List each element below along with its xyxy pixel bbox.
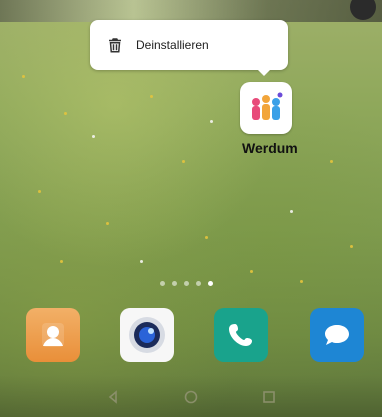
wallpaper-speck (210, 120, 213, 123)
wallpaper-speck (290, 210, 293, 213)
people-icon (252, 92, 283, 120)
camera-app-button[interactable] (120, 308, 174, 362)
back-icon (108, 390, 117, 404)
home-screen: Deinstallieren Werdum (0, 0, 382, 417)
wallpaper-speck (250, 270, 253, 273)
wallpaper-speck (140, 260, 143, 263)
werdum-app-label: Werdum (238, 140, 300, 160)
home-icon (184, 390, 198, 404)
page-dot (196, 281, 201, 286)
page-dot (160, 281, 165, 286)
wallpaper-speck (205, 236, 208, 239)
back-button[interactable] (102, 386, 124, 408)
home-button[interactable] (180, 386, 202, 408)
wallpaper-speck (350, 245, 353, 248)
recent-apps-button[interactable] (258, 386, 280, 408)
wallpaper-speck (150, 95, 153, 98)
contacts-icon (42, 323, 64, 347)
page-indicator (160, 281, 213, 286)
page-dot (172, 281, 177, 286)
page-dot-active (208, 281, 213, 286)
wallpaper-speck (60, 260, 63, 263)
wallpaper-speck (182, 160, 185, 163)
dock (0, 300, 382, 380)
uninstall-menu-item[interactable]: Deinstallieren (106, 33, 209, 57)
phone-app-button[interactable] (214, 308, 268, 362)
wallpaper-speck (330, 160, 333, 163)
messages-app-button[interactable] (310, 308, 364, 362)
trash-icon (109, 38, 121, 53)
app-context-menu: Deinstallieren (90, 20, 288, 76)
wallpaper-speck (92, 135, 95, 138)
camera-icon (129, 317, 165, 353)
app-label-text: Werdum (242, 140, 298, 156)
wallpaper-top-area (0, 0, 382, 22)
contacts-app-button[interactable] (26, 308, 80, 362)
phone-icon (229, 324, 252, 346)
navigation-bar (0, 375, 382, 417)
messages-icon (325, 325, 349, 345)
recent-apps-icon (263, 391, 275, 403)
wallpaper-speck (22, 75, 25, 78)
page-dot (184, 281, 189, 286)
wallpaper-speck (106, 222, 109, 225)
wallpaper-speck (38, 190, 41, 193)
werdum-app[interactable]: Werdum (238, 82, 298, 164)
wallpaper-speck (300, 280, 303, 283)
werdum-app-icon[interactable] (240, 82, 292, 134)
wallpaper-speck (64, 112, 67, 115)
uninstall-label: Deinstallieren (136, 38, 209, 52)
